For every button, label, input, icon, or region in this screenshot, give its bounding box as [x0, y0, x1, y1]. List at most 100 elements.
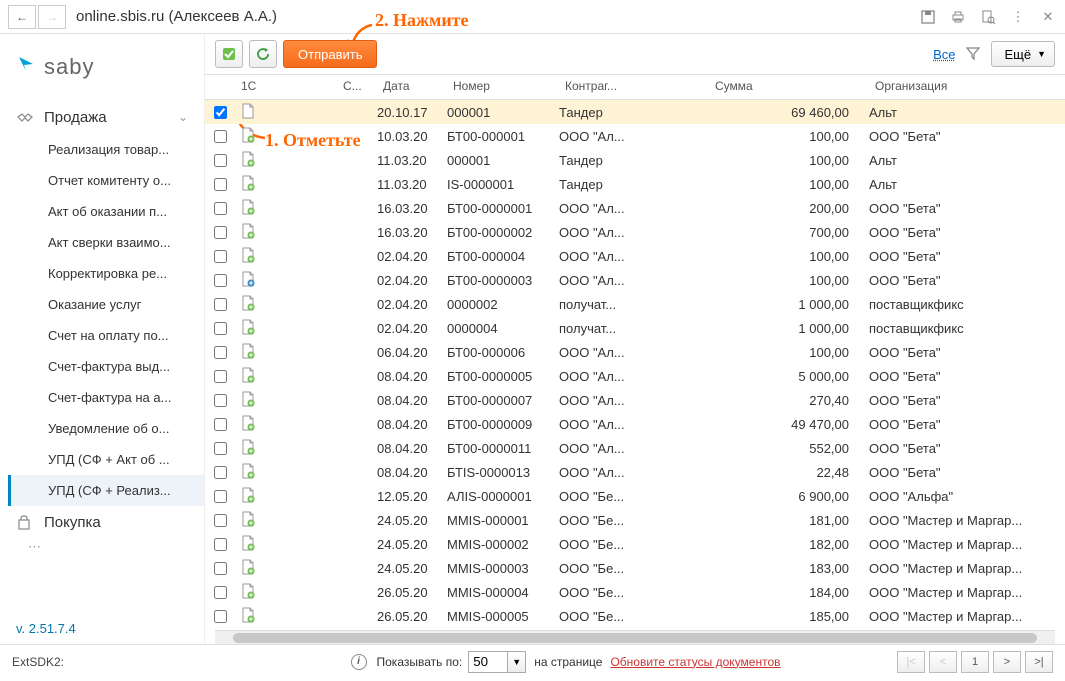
send-button[interactable]: Отправить — [283, 40, 377, 68]
table-body[interactable]: 20.10.17000001Тандер69 460,00Альт10.03.2… — [205, 100, 1065, 630]
sidebar-more[interactable]: ⋯ — [0, 539, 204, 555]
section-sales[interactable]: Продажа ⌄ — [0, 100, 204, 134]
save-icon[interactable] — [919, 8, 937, 26]
doc-icon — [241, 223, 255, 239]
row-checkbox[interactable] — [214, 466, 227, 479]
sidebar-item[interactable]: УПД (СФ + Акт об ... — [8, 444, 204, 475]
table-row[interactable]: 11.03.20IS-0000001Тандер100,00Альт — [205, 172, 1065, 196]
table-row[interactable]: 06.04.20БТ00-000006ООО "Ал...100,00ООО "… — [205, 340, 1065, 364]
row-checkbox[interactable] — [214, 226, 227, 239]
row-checkbox[interactable] — [214, 106, 227, 119]
table-row[interactable]: 16.03.20БТ00-0000002ООО "Ал...700,00ООО … — [205, 220, 1065, 244]
kebab-icon[interactable]: ⋮ — [1009, 8, 1027, 26]
cell-number: БТ00-000001 — [441, 125, 553, 148]
per-page-input[interactable] — [468, 651, 508, 673]
row-checkbox[interactable] — [214, 442, 227, 455]
last-page-button[interactable]: >| — [1025, 651, 1053, 673]
doc-icon — [241, 583, 255, 599]
table-row[interactable]: 08.04.20БТ00-0000005ООО "Ал...5 000,00ОО… — [205, 364, 1065, 388]
horizontal-scrollbar[interactable] — [215, 630, 1055, 644]
table-row[interactable]: 02.04.20БТ00-0000003ООО "Ал...100,00ООО … — [205, 268, 1065, 292]
row-checkbox[interactable] — [214, 514, 227, 527]
select-all-button[interactable] — [215, 40, 243, 68]
row-checkbox[interactable] — [214, 154, 227, 167]
sidebar-item[interactable]: Счет-фактура на а... — [8, 382, 204, 413]
cell-sum: 49 470,00 — [703, 413, 863, 436]
next-page-button[interactable]: > — [993, 651, 1021, 673]
row-checkbox[interactable] — [214, 586, 227, 599]
table-row[interactable]: 08.04.20БТ00-0000007ООО "Ал...270,40ООО … — [205, 388, 1065, 412]
filter-icon[interactable] — [965, 45, 981, 64]
sidebar-item[interactable]: Счет-фактура выд... — [8, 351, 204, 382]
table-row[interactable]: 08.04.20БТ00-0000009ООО "Ал...49 470,00О… — [205, 412, 1065, 436]
row-checkbox[interactable] — [214, 538, 227, 551]
cell-number: БТ00-000006 — [441, 341, 553, 364]
sidebar-item[interactable]: Акт об оказании п... — [8, 196, 204, 227]
col-sum[interactable]: Сумма — [709, 75, 869, 99]
col-number[interactable]: Номер — [447, 75, 559, 99]
cell-number: БТ00-000004 — [441, 245, 553, 268]
sidebar-item[interactable]: Уведомление об о... — [8, 413, 204, 444]
table-row[interactable]: 20.10.17000001Тандер69 460,00Альт — [205, 100, 1065, 124]
search-doc-icon[interactable] — [979, 8, 997, 26]
table-row[interactable]: 26.05.20ММIS-000005ООО "Бе...185,00ООО "… — [205, 604, 1065, 628]
table-row[interactable]: 24.05.20ММIS-000003ООО "Бе...183,00ООО "… — [205, 556, 1065, 580]
sidebar-item[interactable]: Счет на оплату по... — [8, 320, 204, 351]
table-row[interactable]: 02.04.200000002получат...1 000,00поставщ… — [205, 292, 1065, 316]
table-row[interactable]: 26.05.20ММIS-000004ООО "Бе...184,00ООО "… — [205, 580, 1065, 604]
col-date[interactable]: Дата — [377, 75, 447, 99]
col-contractor[interactable]: Контраг... — [559, 75, 709, 99]
sidebar-item[interactable]: УПД (СФ + Реализ... — [8, 475, 204, 506]
table-row[interactable]: 08.04.20БТIS-0000013ООО "Ал...22,48ООО "… — [205, 460, 1065, 484]
row-checkbox[interactable] — [214, 298, 227, 311]
sidebar-item[interactable]: Реализация товар... — [8, 134, 204, 165]
extsdk-label: ExtSDK2: — [12, 655, 64, 669]
col-org[interactable]: Организация — [869, 75, 1065, 99]
first-page-button[interactable]: |< — [897, 651, 925, 673]
row-checkbox[interactable] — [214, 394, 227, 407]
col-1c[interactable]: 1С — [235, 75, 337, 99]
row-checkbox[interactable] — [214, 490, 227, 503]
cell-org: ООО "Мастер и Маргар... — [863, 581, 1065, 604]
back-button[interactable]: ← — [8, 5, 36, 29]
cell-org: Альт — [863, 173, 1065, 196]
refresh-button[interactable] — [249, 40, 277, 68]
table-row[interactable]: 24.05.20ММIS-000001ООО "Бе...181,00ООО "… — [205, 508, 1065, 532]
sidebar-item[interactable]: Акт сверки взаимо... — [8, 227, 204, 258]
sidebar-item[interactable]: Оказание услуг — [8, 289, 204, 320]
row-checkbox[interactable] — [214, 562, 227, 575]
table-row[interactable]: 16.03.20БТ00-0000001ООО "Ал...200,00ООО … — [205, 196, 1065, 220]
table-row[interactable]: 10.03.20БТ00-000001ООО "Ал...100,00ООО "… — [205, 124, 1065, 148]
more-button[interactable]: Ещё▼ — [991, 41, 1055, 67]
row-checkbox[interactable] — [214, 178, 227, 191]
row-checkbox[interactable] — [214, 250, 227, 263]
sidebar-item[interactable]: Отчет комитенту о... — [8, 165, 204, 196]
update-status-link[interactable]: Обновите статусы документов — [610, 655, 780, 669]
all-filter-link[interactable]: Все — [933, 47, 955, 62]
table-row[interactable]: 02.04.20БТ00-000004ООО "Ал...100,00ООО "… — [205, 244, 1065, 268]
forward-button[interactable]: → — [38, 5, 66, 29]
row-checkbox[interactable] — [214, 202, 227, 215]
table-row[interactable]: 02.04.200000004получат...1 000,00поставщ… — [205, 316, 1065, 340]
row-checkbox[interactable] — [214, 418, 227, 431]
table: 1С С... Дата Номер Контраг... Сумма Орга… — [205, 74, 1065, 630]
table-row[interactable]: 12.05.20АЛIS-0000001ООО "Бе...6 900,00ОО… — [205, 484, 1065, 508]
per-page-dropdown[interactable]: ▼ — [508, 651, 526, 673]
row-checkbox[interactable] — [214, 322, 227, 335]
close-icon[interactable]: ✕ — [1039, 8, 1057, 26]
current-page-button[interactable]: 1 — [961, 651, 989, 673]
row-checkbox[interactable] — [214, 346, 227, 359]
print-icon[interactable] — [949, 8, 967, 26]
section-purchase[interactable]: Покупка — [0, 506, 204, 539]
sidebar-item[interactable]: Корректировка ре... — [8, 258, 204, 289]
table-row[interactable]: 08.04.20БТ00-0000011ООО "Ал...552,00ООО … — [205, 436, 1065, 460]
col-status[interactable]: С... — [337, 75, 377, 99]
table-row[interactable]: 24.05.20ММIS-000002ООО "Бе...182,00ООО "… — [205, 532, 1065, 556]
row-checkbox[interactable] — [214, 610, 227, 623]
info-icon[interactable]: i — [351, 654, 367, 670]
row-checkbox[interactable] — [214, 370, 227, 383]
row-checkbox[interactable] — [214, 274, 227, 287]
prev-page-button[interactable]: < — [929, 651, 957, 673]
row-checkbox[interactable] — [214, 130, 227, 143]
table-row[interactable]: 11.03.20000001Тандер100,00Альт — [205, 148, 1065, 172]
